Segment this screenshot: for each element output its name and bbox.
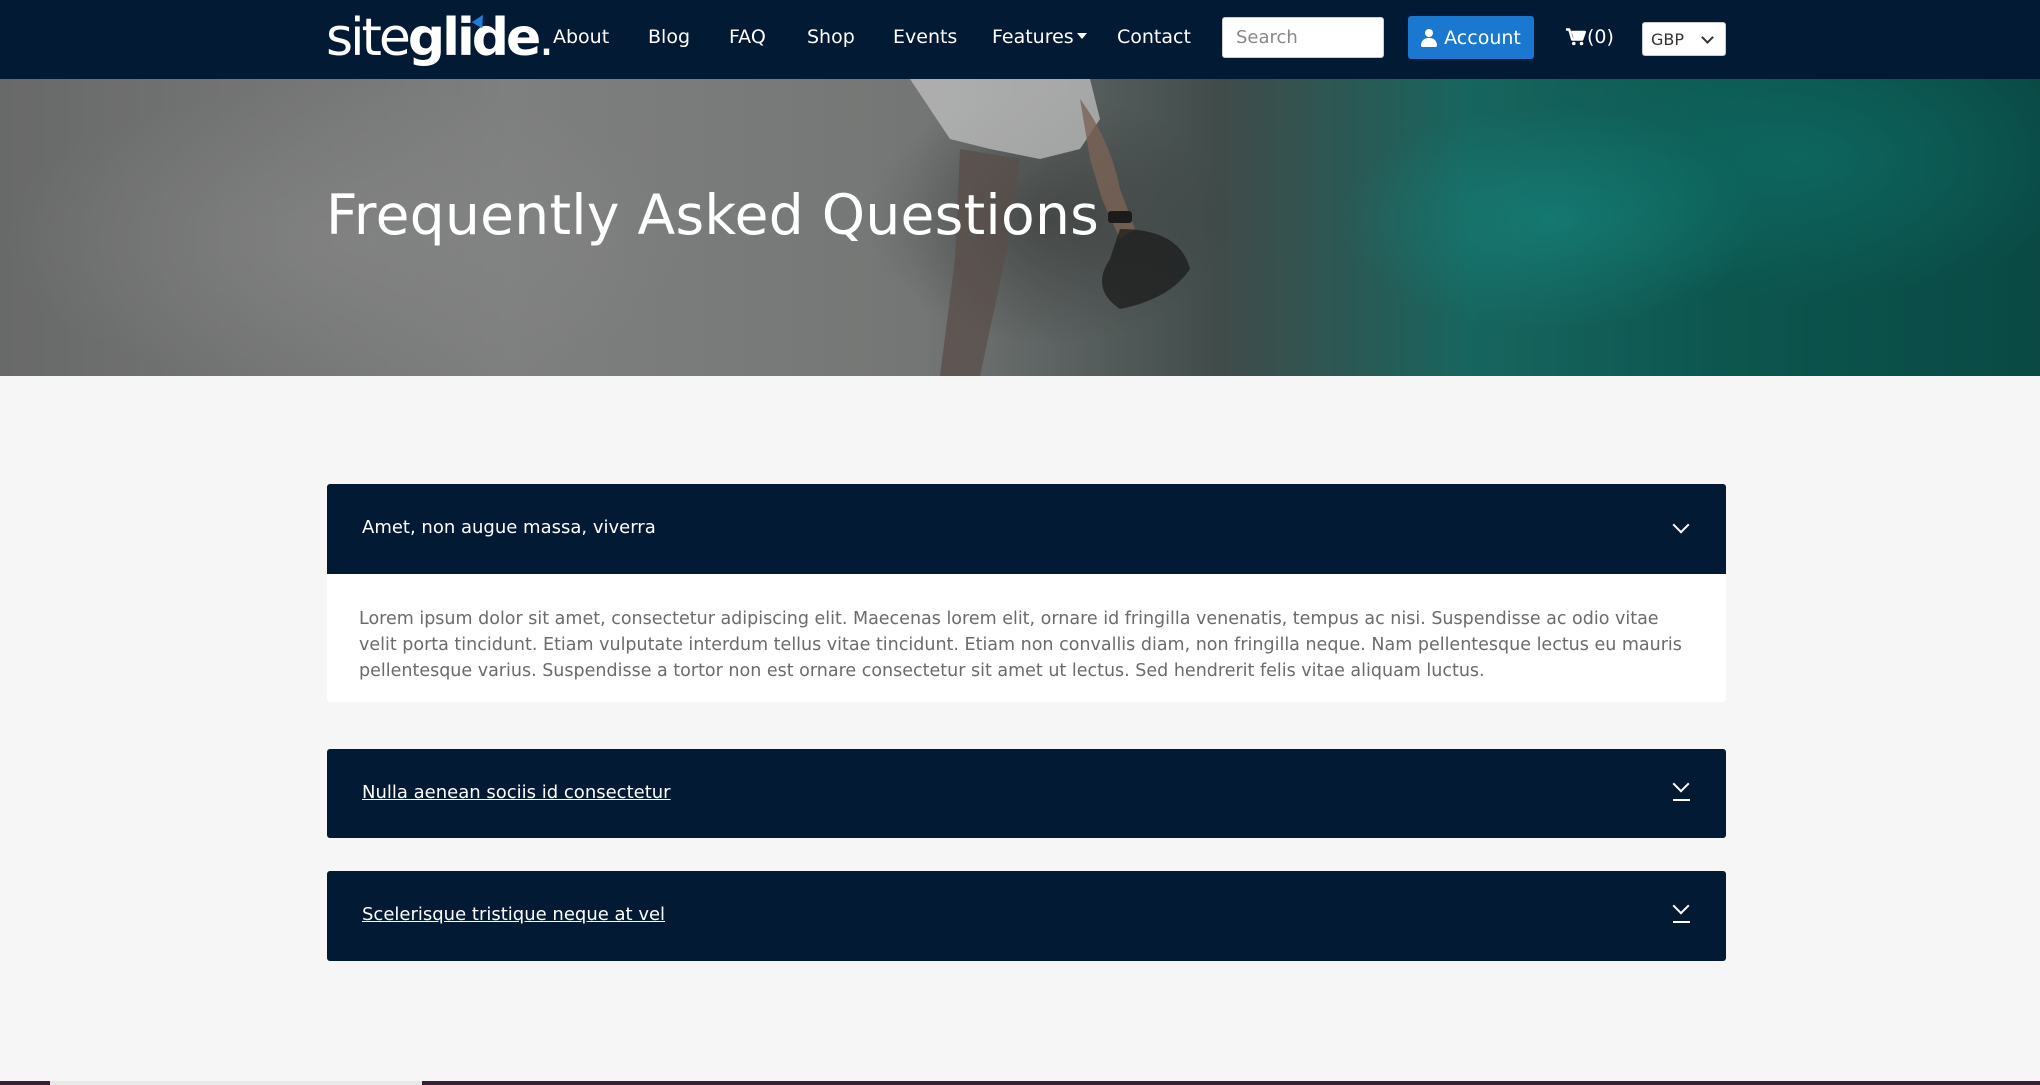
chevron-down-icon <box>1672 516 1690 534</box>
faq-item-header[interactable]: Amet, non augue massa, viverra <box>327 484 1726 574</box>
faq-question: Nulla aenean sociis id consectetur <box>362 782 671 803</box>
faq-item-header[interactable]: Nulla aenean sociis id consectetur <box>327 749 1726 838</box>
logo-text-dot: . <box>538 8 554 68</box>
faq-item-header[interactable]: Scelerisque tristique neque at vel <box>327 871 1726 961</box>
cart-link[interactable]: (0) <box>1566 24 1614 50</box>
nav-dropdown-features[interactable]: Features <box>992 24 1087 50</box>
chevron-down-icon <box>1672 775 1690 793</box>
hero-banner: Frequently Asked Questions <box>0 79 2040 376</box>
bottom-edge-bar <box>0 1081 2040 1085</box>
bottom-edge-segment <box>50 1081 422 1085</box>
siteglide-logo[interactable]: site glide. <box>326 6 555 70</box>
shopping-cart-icon <box>1566 28 1586 46</box>
currency-value: GBP <box>1651 29 1685 49</box>
chevron-down-icon <box>1672 897 1690 915</box>
currency-select[interactable]: GBP <box>1642 22 1726 56</box>
top-navbar: site glide. About Blog FAQ Shop Events Fe… <box>0 0 2040 79</box>
nav-link-about[interactable]: About <box>553 24 609 50</box>
nav-link-faq[interactable]: FAQ <box>729 24 766 50</box>
chevron-underline <box>1673 921 1690 923</box>
nav-link-shop[interactable]: Shop <box>807 24 855 50</box>
logo-text-glide: glide <box>407 8 541 68</box>
faq-question: Scelerisque tristique neque at vel <box>362 904 666 925</box>
faq-question: Amet, non augue massa, viverra <box>362 517 656 538</box>
caret-down-icon <box>1076 32 1087 39</box>
nav-link-events[interactable]: Events <box>893 24 957 50</box>
chevron-down-icon <box>1701 31 1714 44</box>
nav-link-blog[interactable]: Blog <box>648 24 690 50</box>
account-button[interactable]: Account <box>1408 16 1534 59</box>
logo-text-site: site <box>326 8 411 68</box>
account-label: Account <box>1444 26 1521 49</box>
cart-count: (0) <box>1587 26 1614 48</box>
nav-link-contact[interactable]: Contact <box>1117 24 1191 50</box>
chevron-underline <box>1673 799 1690 801</box>
user-icon <box>1421 28 1438 47</box>
faq-answer: Lorem ipsum dolor sit amet, consectetur … <box>327 574 1726 702</box>
search-input[interactable]: Search <box>1222 17 1384 58</box>
nav-link-features-label: Features <box>992 26 1074 48</box>
faq-answer-text: Lorem ipsum dolor sit amet, consectetur … <box>359 609 1682 681</box>
page-title: Frequently Asked Questions <box>326 183 1100 247</box>
